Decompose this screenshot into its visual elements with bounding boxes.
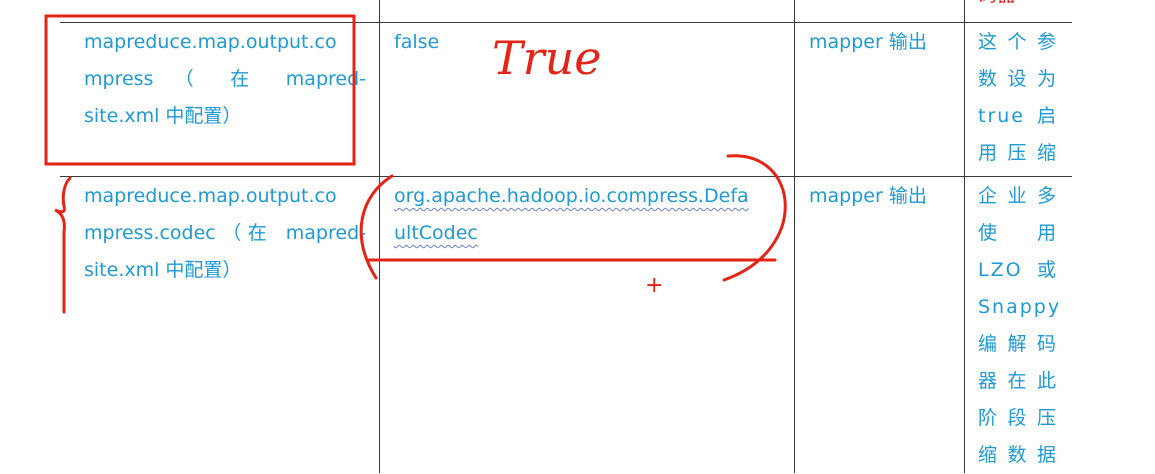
default-value-cell: org.apache.hadoop.io.compress.Defa ultCo… [394, 178, 749, 252]
note-line: 用压缩 [978, 142, 1058, 164]
param-line: site.xml 中配置） [84, 259, 242, 281]
note-line: 这个参 [978, 31, 1058, 53]
default-value-cell: false [394, 24, 439, 61]
param-name-cell: mapreduce.map.output.co mpress.codec（在 m… [84, 178, 366, 289]
column-divider-3 [964, 0, 965, 473]
row-divider-2 [60, 176, 1072, 177]
param-line: mpress.codec（在 mapred- [84, 222, 366, 244]
param-line: mapreduce.map.output.co [84, 185, 337, 207]
stage-cell: mapper 输出 [809, 31, 927, 53]
stage-cell: mapper 输出 [809, 185, 927, 207]
column-divider-2 [794, 0, 795, 473]
note-line: 企业多 [978, 185, 1058, 207]
row-divider-1 [60, 22, 1072, 23]
partial-header-text: 码器 [978, 0, 1016, 6]
note-line: 使 用 [978, 222, 1058, 244]
note-line: Snappy [978, 296, 1062, 318]
note-line: 器在此 [978, 370, 1058, 392]
note-cell: 这个参 数设为 true 启 用压缩 [978, 24, 1058, 172]
param-line: site.xml 中配置） [84, 105, 242, 127]
note-line: true 启 [978, 105, 1058, 127]
default-value-line: org.apache.hadoop.io.compress.Defa [394, 185, 749, 207]
column-divider-1 [379, 0, 380, 473]
param-name-cell: mapreduce.map.output.co mpress （ 在 mapre… [84, 24, 366, 135]
plus-mark: + [645, 273, 663, 298]
note-line: 缩数据 [978, 444, 1058, 466]
note-line: 编解码 [978, 333, 1058, 355]
left-brace-mark [54, 176, 72, 314]
param-line: mpress （ 在 mapred- [84, 68, 366, 90]
note-line: 数设为 [978, 68, 1058, 90]
default-value-line: false [394, 31, 440, 53]
note-line: 阶段压 [978, 407, 1058, 429]
note-line: LZO 或 [978, 259, 1058, 281]
default-value-line: ultCodec [394, 222, 478, 244]
param-line: mapreduce.map.output.co [84, 31, 337, 53]
handwritten-true: True [492, 31, 602, 85]
note-cell: 企业多 使 用 LZO 或 Snappy 编解码 器在此 阶段压 缩数据 [978, 178, 1062, 474]
